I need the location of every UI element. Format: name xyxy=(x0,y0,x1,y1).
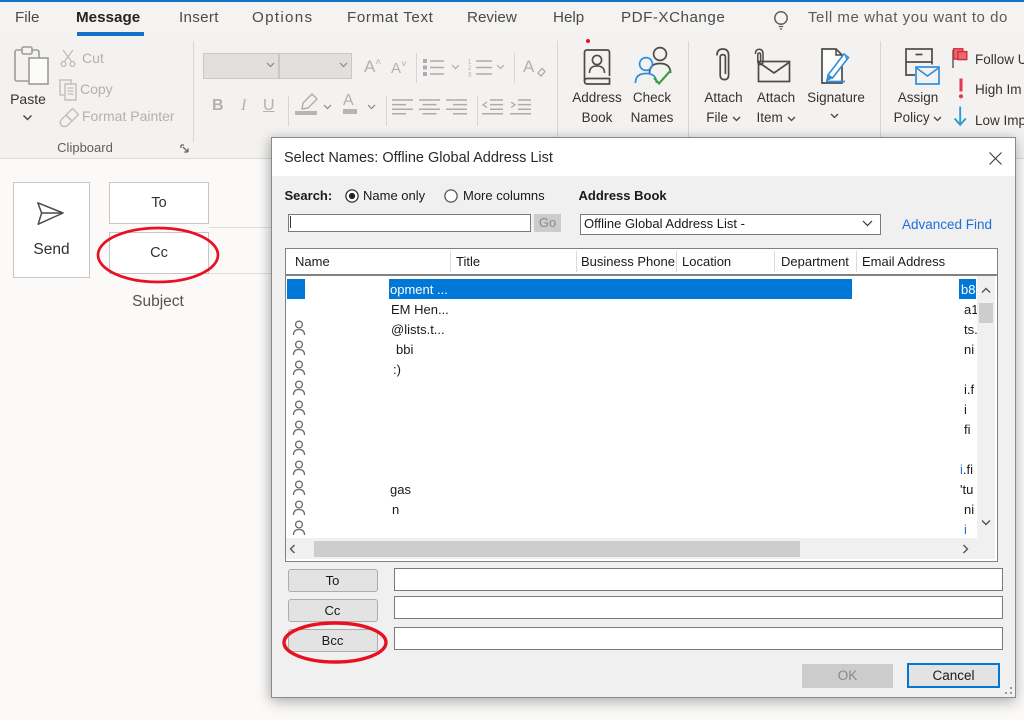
svg-text:3: 3 xyxy=(468,73,472,78)
svg-text:2: 2 xyxy=(468,66,472,72)
svg-text:1: 1 xyxy=(468,60,472,66)
